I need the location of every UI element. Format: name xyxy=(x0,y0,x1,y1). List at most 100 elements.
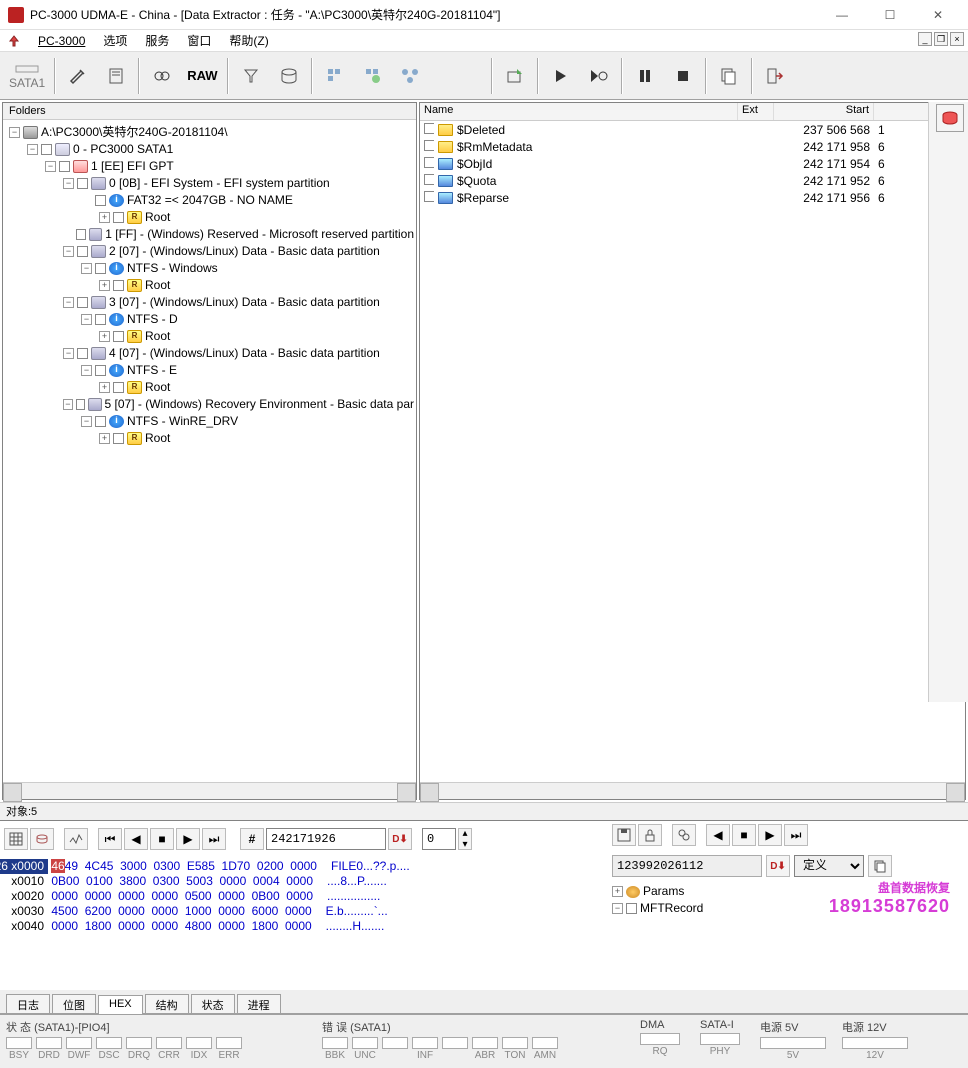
grid-checkbox[interactable] xyxy=(424,191,434,202)
drive-button[interactable] xyxy=(271,58,307,94)
grid-row[interactable]: $Quota242 171 9526 xyxy=(420,172,965,189)
offset-input[interactable] xyxy=(422,828,456,850)
insp-d0-button[interactable]: D⬇ xyxy=(766,855,790,877)
tree-expander[interactable]: − xyxy=(63,399,73,410)
insp-last-button[interactable]: ⏭ xyxy=(784,824,808,846)
tree-row[interactable]: −0 - PC3000 SATA1 xyxy=(5,141,414,158)
grid-checkbox[interactable] xyxy=(424,123,434,134)
tree-checkbox[interactable] xyxy=(113,382,124,393)
log-button[interactable] xyxy=(98,58,134,94)
tree-row[interactable]: −5 [07] - (Windows) Recovery Environment… xyxy=(5,396,414,413)
files-grid[interactable]: $Deleted237 506 5681$RmMetadata242 171 9… xyxy=(420,121,965,782)
tree-expander[interactable]: + xyxy=(99,331,110,342)
save-button[interactable] xyxy=(612,824,636,846)
tree-expander[interactable]: − xyxy=(63,348,74,359)
tree-checkbox[interactable] xyxy=(113,212,124,223)
pound-button[interactable]: # xyxy=(240,828,264,850)
grid-row[interactable]: $Reparse242 171 9566 xyxy=(420,189,965,206)
mdi-minimize-button[interactable]: _ xyxy=(918,32,932,46)
nav-last-button[interactable]: ⏭ xyxy=(202,828,226,850)
tree-expander[interactable]: − xyxy=(27,144,38,155)
map-button-2[interactable] xyxy=(355,58,391,94)
map-button-1[interactable] xyxy=(317,58,353,94)
tree-expander[interactable]: + xyxy=(99,212,110,223)
export-button[interactable] xyxy=(497,58,533,94)
tree-expander[interactable]: − xyxy=(81,416,92,427)
exit-button[interactable] xyxy=(757,58,793,94)
tree-expander[interactable]: + xyxy=(612,886,623,897)
tree-expander[interactable]: − xyxy=(612,903,623,914)
inspector-combo[interactable]: 定义 xyxy=(794,855,864,877)
grid-checkbox[interactable] xyxy=(424,157,434,168)
menu-help[interactable]: 帮助(Z) xyxy=(221,30,276,51)
grid-row[interactable]: $Deleted237 506 5681 xyxy=(420,121,965,138)
nav-first-button[interactable]: ⏮ xyxy=(98,828,122,850)
tree-expander[interactable]: − xyxy=(63,178,74,189)
menu-options[interactable]: 选项 xyxy=(95,30,135,51)
lba-input[interactable] xyxy=(266,828,386,850)
tree-checkbox[interactable] xyxy=(113,433,124,444)
tree-checkbox[interactable] xyxy=(77,178,88,189)
menu-pc3000[interactable]: PC-3000 xyxy=(30,32,93,50)
menu-service[interactable]: 服务 xyxy=(137,30,177,51)
tree-row[interactable]: −4 [07] - (Windows/Linux) Data - Basic d… xyxy=(5,345,414,362)
stop-button[interactable] xyxy=(665,58,701,94)
raw-button[interactable]: RAW xyxy=(182,58,222,94)
tree-checkbox[interactable] xyxy=(77,246,88,257)
link-button[interactable] xyxy=(672,824,696,846)
tab-状态[interactable]: 状态 xyxy=(191,994,235,1013)
tree-row[interactable]: +RRoot xyxy=(5,328,414,345)
folders-tree[interactable]: −A:\PC3000\英特尔240G-20181104\−0 - PC3000 … xyxy=(3,120,416,782)
col-name[interactable]: Name xyxy=(420,103,738,120)
tree-expander[interactable]: − xyxy=(63,246,74,257)
tree-row[interactable]: iFAT32 =< 2047GB - NO NAME xyxy=(5,192,414,209)
tree-checkbox[interactable] xyxy=(59,161,70,172)
nav-next-button[interactable]: ▶ xyxy=(176,828,200,850)
minimize-button[interactable]: — xyxy=(820,0,864,30)
tree-row[interactable]: −3 [07] - (Windows/Linux) Data - Basic d… xyxy=(5,294,414,311)
left-scrollbar-h[interactable] xyxy=(3,782,416,799)
tree-row[interactable]: −iNTFS - D xyxy=(5,311,414,328)
tree-expander[interactable]: − xyxy=(45,161,56,172)
col-start[interactable]: Start xyxy=(774,103,874,120)
tree-checkbox[interactable] xyxy=(76,399,86,410)
tree-expander[interactable]: − xyxy=(63,297,74,308)
tree-row[interactable]: −1 [EE] EFI GPT xyxy=(5,158,414,175)
tree-expander[interactable]: + xyxy=(99,280,110,291)
tab-位图[interactable]: 位图 xyxy=(52,994,96,1013)
tree-checkbox[interactable] xyxy=(95,263,106,274)
grid-checkbox[interactable] xyxy=(424,174,434,185)
grid-row[interactable]: $RmMetadata242 171 9586 xyxy=(420,138,965,155)
tree-expander[interactable]: − xyxy=(81,314,92,325)
funnel-button[interactable] xyxy=(233,58,269,94)
hex-graph-button[interactable] xyxy=(64,828,88,850)
tab-日志[interactable]: 日志 xyxy=(6,994,50,1013)
search-button[interactable] xyxy=(144,58,180,94)
d0-button[interactable]: D⬇ xyxy=(388,828,412,850)
tree-checkbox[interactable] xyxy=(77,297,88,308)
tree-row[interactable]: +RRoot xyxy=(5,430,414,447)
mdi-restore-button[interactable]: ❐ xyxy=(934,32,948,46)
tree-row[interactable]: −iNTFS - Windows xyxy=(5,260,414,277)
inspector-row[interactable]: +Params xyxy=(612,883,964,900)
tree-row[interactable]: +RRoot xyxy=(5,277,414,294)
map-button-3[interactable] xyxy=(393,58,429,94)
copy-button[interactable] xyxy=(711,58,747,94)
nav-prev-button[interactable]: ◀ xyxy=(124,828,148,850)
tree-checkbox[interactable] xyxy=(77,348,88,359)
sata-port-button[interactable]: SATA1 xyxy=(4,58,50,94)
col-ext[interactable]: Ext xyxy=(738,103,774,120)
inspector-row[interactable]: −MFTRecord xyxy=(612,900,964,917)
nav-stop-button[interactable]: ■ xyxy=(150,828,174,850)
right-scrollbar-h[interactable] xyxy=(420,782,965,799)
step-play-button[interactable] xyxy=(581,58,617,94)
tree-row[interactable]: −iNTFS - WinRE_DRV xyxy=(5,413,414,430)
tree-expander[interactable]: + xyxy=(99,382,110,393)
maximize-button[interactable]: ☐ xyxy=(868,0,912,30)
insp-next-button[interactable]: ▶ xyxy=(758,824,782,846)
tree-expander[interactable]: − xyxy=(81,365,92,376)
hex-grid-button[interactable] xyxy=(4,828,28,850)
tree-checkbox[interactable] xyxy=(113,280,124,291)
tab-结构[interactable]: 结构 xyxy=(145,994,189,1013)
inspector-tree[interactable]: +Params−MFTRecord xyxy=(612,883,964,917)
